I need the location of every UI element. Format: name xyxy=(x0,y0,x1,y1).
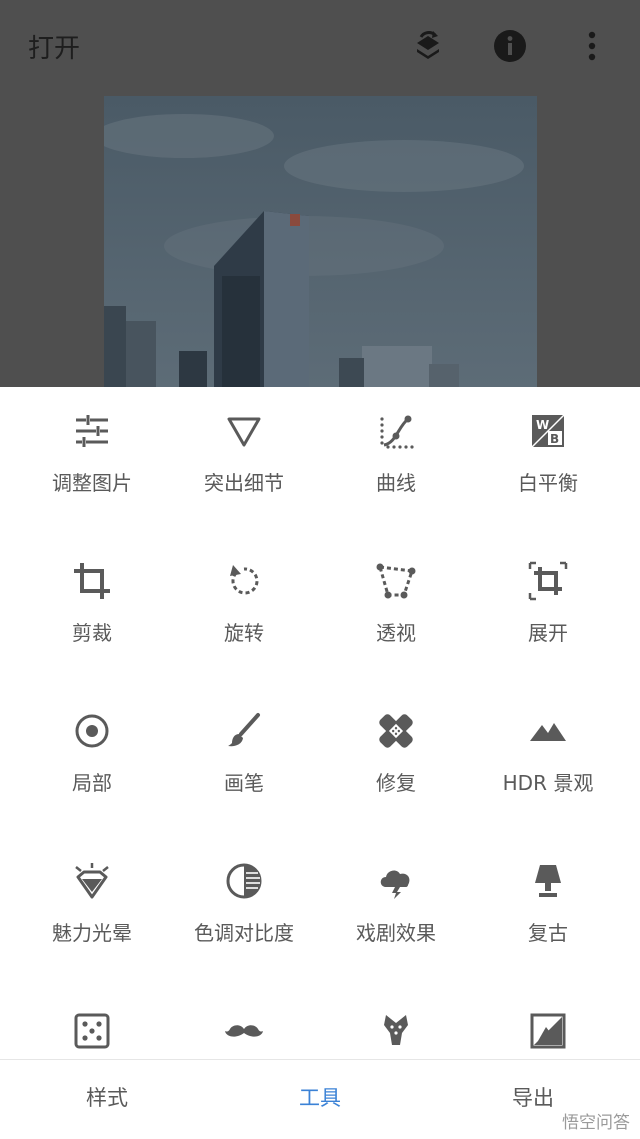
more-vert-icon[interactable] xyxy=(570,24,614,68)
tool-label: 白平衡 xyxy=(518,471,578,495)
tool-tune-image[interactable]: 调整图片 xyxy=(12,387,172,537)
info-icon[interactable] xyxy=(488,24,532,68)
rotate-icon xyxy=(230,565,259,595)
watermark: 悟空问答 xyxy=(562,1113,630,1133)
tool-drama[interactable]: 戏剧效果 xyxy=(316,837,476,987)
tool-crop[interactable]: 剪裁 xyxy=(12,537,172,687)
tab-looks[interactable]: 样式 xyxy=(27,1082,187,1112)
svg-text:W: W xyxy=(536,418,549,432)
tool-expand[interactable]: 展开 xyxy=(468,537,628,687)
bottom-tab-bar: 样式 工具 导出 xyxy=(0,1059,640,1139)
tool-label: 戏剧效果 xyxy=(356,921,436,945)
tool-rotate[interactable]: 旋转 xyxy=(164,537,324,687)
crop-icon xyxy=(74,563,110,599)
layers-stack-icon[interactable] xyxy=(406,24,450,68)
tool-vintage[interactable]: 复古 xyxy=(468,837,628,987)
tool-label: 复古 xyxy=(528,921,568,945)
tonal-contrast-icon xyxy=(226,863,262,899)
black-white-icon xyxy=(530,1013,566,1049)
tool-label: 魅力光晕 xyxy=(52,921,132,945)
tool-label: 剪裁 xyxy=(72,621,112,645)
tool-label: HDR 景观 xyxy=(502,771,594,795)
photo-preview-area xyxy=(0,96,640,388)
tool-label: 透视 xyxy=(376,621,416,645)
tool-perspective[interactable]: 透视 xyxy=(316,537,476,687)
tool-label: 展开 xyxy=(528,621,568,645)
brush-icon xyxy=(228,713,260,747)
city-photo xyxy=(104,96,537,388)
curves-icon xyxy=(380,415,414,449)
healing-icon xyxy=(379,714,413,748)
tool-retrolux[interactable] xyxy=(164,987,324,1059)
tool-label: 画笔 xyxy=(224,771,264,795)
perspective-icon xyxy=(376,563,416,599)
tool-black-white[interactable] xyxy=(468,987,628,1059)
selective-icon xyxy=(75,714,109,748)
expand-icon xyxy=(528,561,568,601)
tool-label: 旋转 xyxy=(224,621,264,645)
tool-healing[interactable]: 修复 xyxy=(316,687,476,837)
tool-hdr[interactable]: HDR 景观 xyxy=(468,687,628,837)
tool-label: 突出细节 xyxy=(204,471,284,495)
sliders-icon xyxy=(76,415,108,447)
glamour-glow-icon xyxy=(75,863,109,899)
tools-sheet: 调整图片 突出细节 曲线 W B 白平衡 剪裁 旋转 透视 展开 局部 画笔 修… xyxy=(0,387,640,1059)
svg-text:B: B xyxy=(550,432,559,446)
tool-label: 修复 xyxy=(376,771,416,795)
tool-tonal-contrast[interactable]: 色调对比度 xyxy=(164,837,324,987)
mustache-icon xyxy=(225,1025,263,1037)
tool-selective[interactable]: 局部 xyxy=(12,687,172,837)
tool-label: 曲线 xyxy=(376,471,416,495)
hdr-mountain-icon xyxy=(530,723,566,741)
tool-white-balance[interactable]: W B 白平衡 xyxy=(468,387,628,537)
triangle-down-icon xyxy=(227,417,261,447)
tool-brush[interactable]: 画笔 xyxy=(164,687,324,837)
tool-grainy-film[interactable] xyxy=(12,987,172,1059)
drama-cloud-icon xyxy=(380,870,410,899)
white-balance-icon: W B xyxy=(531,414,565,448)
grunge-guitar-icon xyxy=(384,1015,408,1045)
tool-grunge[interactable] xyxy=(316,987,476,1059)
tool-label: 色调对比度 xyxy=(194,921,294,945)
tool-details[interactable]: 突出细节 xyxy=(164,387,324,537)
tool-glamour-glow[interactable]: 魅力光晕 xyxy=(12,837,172,987)
open-title[interactable]: 打开 xyxy=(28,28,80,65)
tool-curves[interactable]: 曲线 xyxy=(316,387,476,537)
vintage-lamp-icon xyxy=(535,865,561,897)
tab-tools[interactable]: 工具 xyxy=(240,1082,400,1112)
top-app-bar: 打开 xyxy=(0,0,640,96)
grainy-film-icon xyxy=(74,1013,110,1049)
tool-label: 调整图片 xyxy=(52,471,132,495)
tool-label: 局部 xyxy=(72,771,112,795)
